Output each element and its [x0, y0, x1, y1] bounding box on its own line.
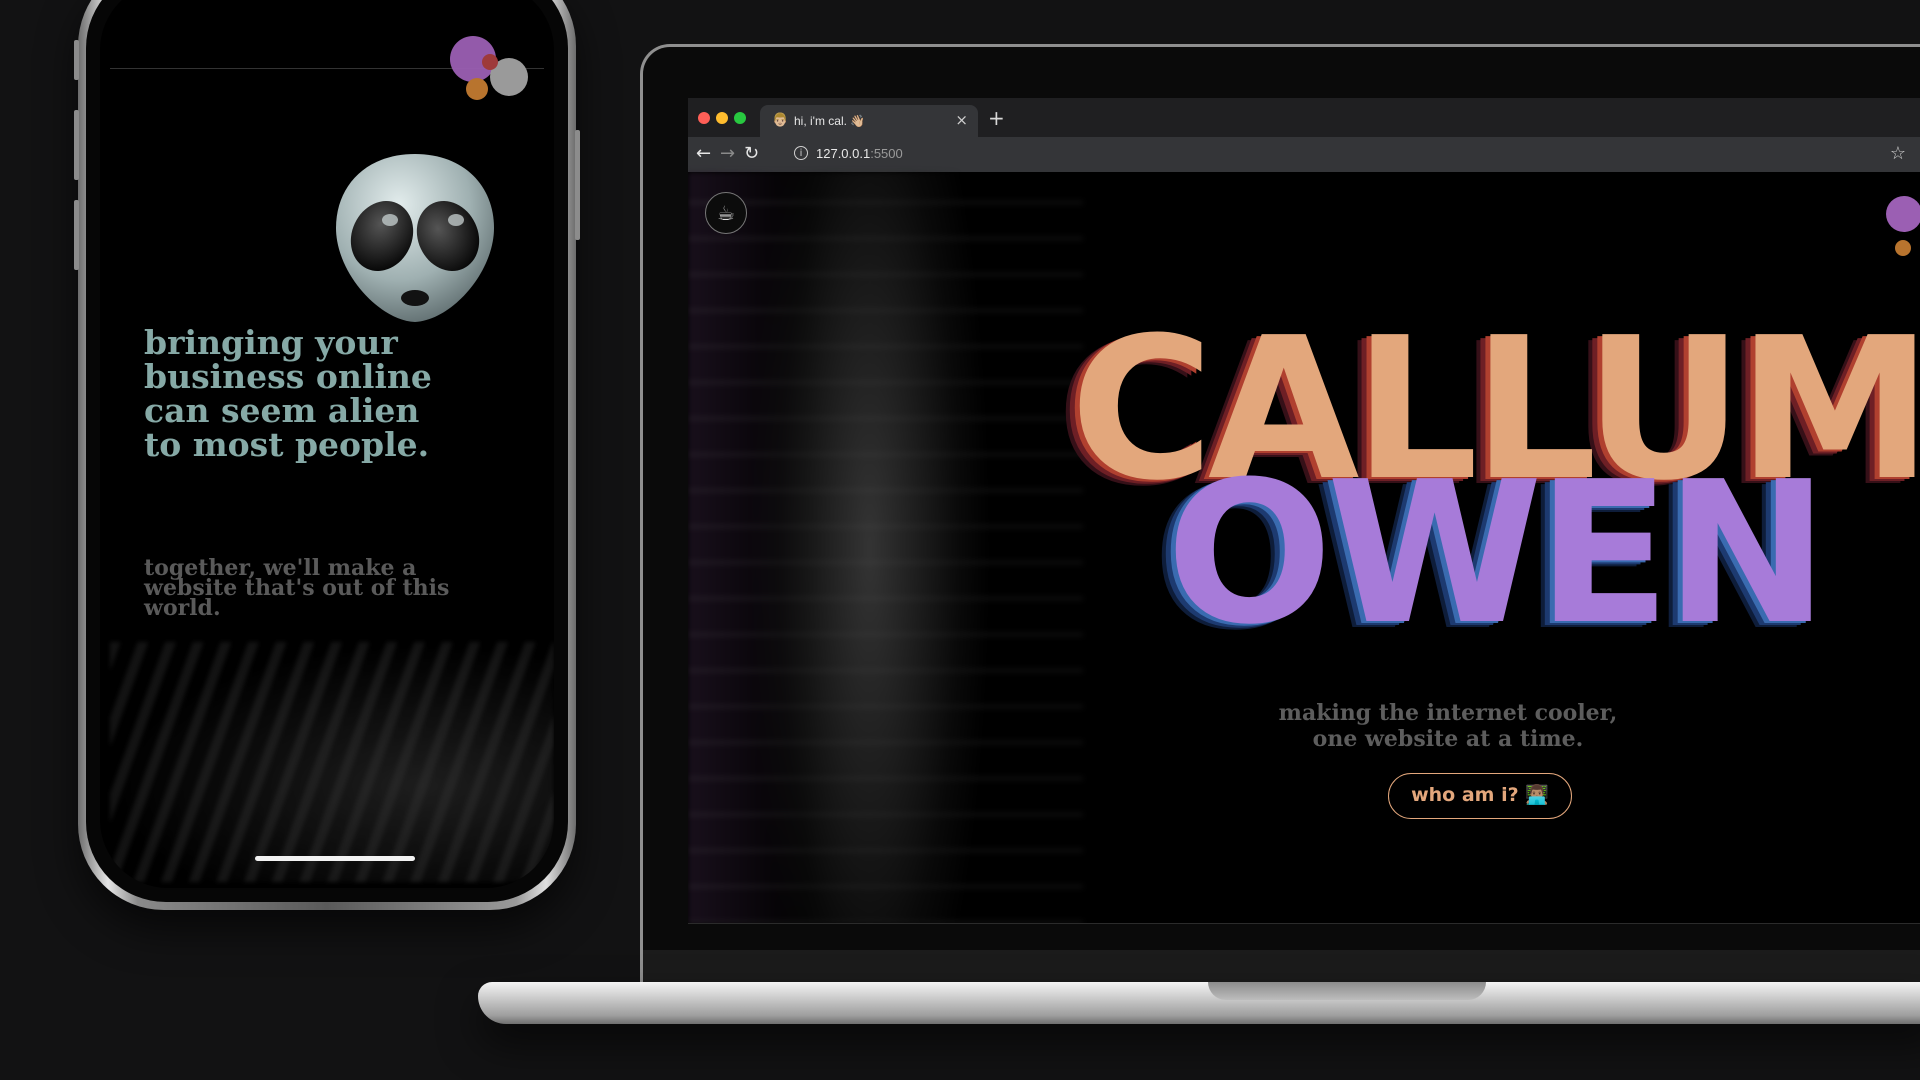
decor-dot-orange: [466, 78, 488, 100]
phone-headline: bringing your business online can seem a…: [144, 323, 432, 464]
laptop-notch: [1208, 982, 1486, 1000]
page-viewport: ☕ CALLUM OWEN making the internet cooler…: [688, 172, 1920, 924]
address-host: 127.0.0.1: [816, 146, 871, 161]
address-bar[interactable]: 127.0.0.1:5500: [816, 146, 903, 161]
home-indicator[interactable]: [255, 856, 415, 861]
who-am-i-button[interactable]: who am i? 👨🏽‍💻: [1388, 773, 1572, 819]
back-icon[interactable]: ←: [696, 143, 711, 164]
site-info-icon[interactable]: i: [794, 146, 808, 160]
laptop-base: [478, 982, 1920, 1024]
tab-active[interactable]: 👨🏼 hi, i'm cal. 👋🏼 ×: [760, 105, 978, 137]
text-tower-graphic: [688, 172, 1083, 924]
browser-window: 👨🏼 hi, i'm cal. 👋🏼 × + ← → ↻ i 127.0.0.1…: [688, 98, 1920, 924]
bookmark-star-icon[interactable]: ☆: [1890, 143, 1906, 164]
maximize-window-button[interactable]: [734, 112, 746, 124]
coffee-icon[interactable]: ☕: [705, 192, 747, 234]
browser-toolbar: ← → ↻ i 127.0.0.1:5500 ☆: [688, 137, 1920, 172]
phone-side-button: [74, 40, 79, 80]
address-port: :5500: [870, 146, 903, 161]
phone-power-button: [575, 130, 580, 240]
phone-spiral-graphic: [110, 642, 554, 882]
tab-bar: 👨🏼 hi, i'm cal. 👋🏼 × +: [688, 98, 1920, 137]
phone-mockup: bringing your business online can seem a…: [74, 0, 580, 910]
alien-icon: [336, 154, 494, 322]
tagline-line-2: one website at a time.: [1312, 726, 1584, 752]
new-tab-icon[interactable]: +: [988, 106, 1005, 130]
tab-title: hi, i'm cal. 👋🏼: [794, 114, 866, 128]
phone-volume-down: [74, 200, 79, 270]
phone-bezel: bringing your business online can seem a…: [86, 0, 568, 902]
favicon-icon: 👨🏼: [772, 113, 789, 128]
laptop-bezel-bottom: [643, 950, 1920, 984]
forward-icon[interactable]: →: [720, 143, 735, 164]
decor-dot-orange-site: [1895, 240, 1911, 256]
close-window-button[interactable]: [698, 112, 710, 124]
viewport-bottom-divider: [688, 923, 1920, 924]
phone-subtext: together, we'll make a website that's ou…: [144, 555, 450, 621]
decor-dot-red: [482, 54, 498, 70]
hero-tagline: making the internet cooler, one website …: [1248, 700, 1648, 752]
phone-volume-up: [74, 110, 79, 180]
decor-dot-purple-site: [1886, 196, 1920, 232]
reload-icon[interactable]: ↻: [744, 143, 759, 164]
tab-close-icon[interactable]: ×: [955, 111, 968, 129]
hero-title-last-name: OWEN: [1166, 440, 1829, 668]
phone-screen: bringing your business online can seem a…: [100, 0, 554, 888]
tagline-line-1: making the internet cooler,: [1278, 700, 1618, 726]
minimize-window-button[interactable]: [716, 112, 728, 124]
